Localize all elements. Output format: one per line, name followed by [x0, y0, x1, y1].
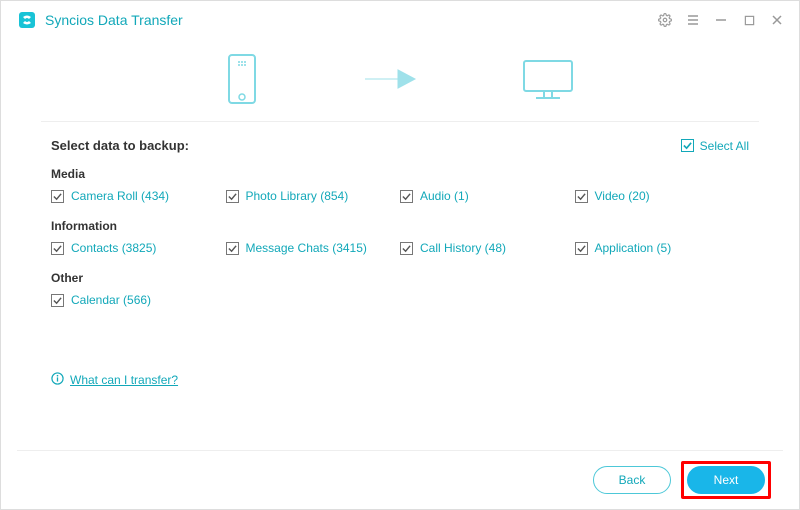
select-all-checkbox[interactable]: Select All: [681, 139, 749, 153]
monitor-icon: [520, 55, 576, 103]
back-button-label: Back: [619, 473, 646, 487]
app-title: Syncios Data Transfer: [45, 12, 183, 28]
arrow-right-icon: [360, 64, 420, 94]
item-label: Video (20): [595, 189, 650, 203]
item-camera-roll[interactable]: Camera Roll (434): [51, 189, 226, 203]
checkbox-icon: [575, 242, 588, 255]
group-title-media: Media: [51, 167, 749, 181]
content-area: Select data to backup: Select All Media …: [1, 132, 799, 450]
minimize-icon[interactable]: [713, 12, 729, 28]
app-logo-icon: [17, 10, 37, 30]
title-left: Syncios Data Transfer: [17, 10, 183, 30]
item-application[interactable]: Application (5): [575, 241, 750, 255]
back-button[interactable]: Back: [593, 466, 671, 494]
checkbox-icon: [400, 242, 413, 255]
next-button-highlight: Next: [681, 461, 771, 499]
item-label: Audio (1): [420, 189, 469, 203]
menu-icon[interactable]: [685, 12, 701, 28]
other-items: Calendar (566): [51, 293, 749, 313]
app-window: Syncios Data Transfer: [0, 0, 800, 510]
select-all-label: Select All: [700, 139, 749, 153]
checkbox-icon: [51, 294, 64, 307]
item-audio[interactable]: Audio (1): [400, 189, 575, 203]
media-items: Camera Roll (434) Photo Library (854) Au…: [51, 189, 749, 209]
page-title: Select data to backup:: [51, 138, 189, 153]
item-calendar[interactable]: Calendar (566): [51, 293, 226, 307]
item-contacts[interactable]: Contacts (3825): [51, 241, 226, 255]
window-controls: [657, 12, 785, 28]
content-header: Select data to backup: Select All: [51, 138, 749, 153]
help-link-text: What can I transfer?: [70, 373, 178, 387]
group-title-information: Information: [51, 219, 749, 233]
phone-icon: [224, 53, 260, 105]
item-label: Call History (48): [420, 241, 506, 255]
item-photo-library[interactable]: Photo Library (854): [226, 189, 401, 203]
item-call-history[interactable]: Call History (48): [400, 241, 575, 255]
next-button-label: Next: [714, 473, 739, 487]
item-label: Message Chats (3415): [246, 241, 367, 255]
item-label: Camera Roll (434): [71, 189, 169, 203]
checkbox-icon: [226, 242, 239, 255]
close-icon[interactable]: [769, 12, 785, 28]
titlebar: Syncios Data Transfer: [1, 1, 799, 39]
checkbox-icon: [51, 190, 64, 203]
item-label: Application (5): [595, 241, 672, 255]
transfer-diagram: [1, 39, 799, 121]
item-message-chats[interactable]: Message Chats (3415): [226, 241, 401, 255]
divider: [41, 121, 759, 122]
checkbox-icon: [681, 139, 694, 152]
footer: Back Next: [1, 451, 799, 509]
gear-icon[interactable]: [657, 12, 673, 28]
checkbox-icon: [51, 242, 64, 255]
item-label: Photo Library (854): [246, 189, 349, 203]
group-title-other: Other: [51, 271, 749, 285]
item-label: Calendar (566): [71, 293, 151, 307]
checkbox-icon: [575, 190, 588, 203]
next-button[interactable]: Next: [687, 466, 765, 494]
help-link[interactable]: What can I transfer?: [51, 372, 178, 388]
item-label: Contacts (3825): [71, 241, 156, 255]
checkbox-icon: [400, 190, 413, 203]
maximize-icon[interactable]: [741, 12, 757, 28]
info-icon: [51, 372, 64, 388]
checkbox-icon: [226, 190, 239, 203]
information-items: Contacts (3825) Message Chats (3415) Cal…: [51, 241, 749, 261]
item-video[interactable]: Video (20): [575, 189, 750, 203]
